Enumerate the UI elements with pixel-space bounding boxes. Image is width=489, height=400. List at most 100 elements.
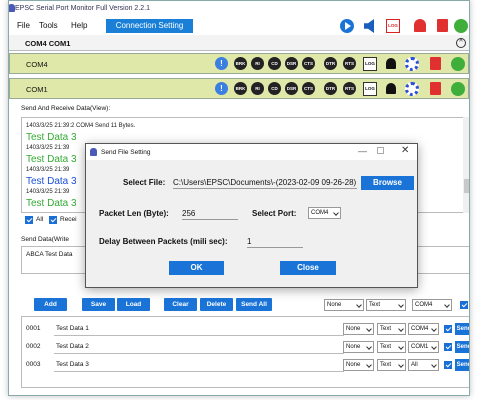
- delete-icon[interactable]: [430, 82, 441, 95]
- bell-icon[interactable]: [386, 58, 396, 69]
- select-file-label: Select File:: [123, 178, 166, 187]
- row-data-input[interactable]: Test Data 3: [54, 358, 344, 372]
- action-checkbox[interactable]: [460, 301, 468, 309]
- ok-button[interactable]: OK: [169, 261, 224, 275]
- com-row-label: COM1: [26, 85, 48, 94]
- row-format-select[interactable]: Text: [377, 341, 406, 353]
- log-line: Test Data 3: [26, 132, 77, 143]
- cd-icon[interactable]: CD: [268, 82, 281, 95]
- send-section-label: Send Data(Write: [21, 236, 69, 243]
- delete-icon[interactable]: [437, 19, 448, 32]
- row-send-button[interactable]: Send: [455, 323, 469, 335]
- com-row-com4: COM4 ! BRK RI CD DSR CTS DTR RTS LOG: [9, 53, 469, 74]
- ri-icon[interactable]: RI: [251, 82, 264, 95]
- row-port-select[interactable]: COM4: [408, 323, 439, 335]
- row-mode-select[interactable]: None: [343, 323, 374, 335]
- row-data-input[interactable]: Test Data 1: [54, 322, 344, 336]
- row-send-button[interactable]: Send: [455, 359, 469, 371]
- load-button[interactable]: Load: [117, 298, 150, 311]
- add-button[interactable]: Add: [34, 298, 67, 311]
- window-title: EPSC Serial Port Monitor Full Version 2.…: [15, 5, 151, 12]
- dsr-icon[interactable]: DSR: [285, 82, 298, 95]
- format-select[interactable]: Text: [366, 299, 406, 311]
- title-bar: EPSC Serial Port Monitor Full Version 2.…: [9, 1, 469, 17]
- send-all-button[interactable]: Send All: [236, 298, 272, 311]
- row-checkbox[interactable]: [444, 343, 452, 351]
- info-icon[interactable]: !: [215, 82, 228, 95]
- alarm-icon[interactable]: [414, 19, 426, 32]
- dtr-icon[interactable]: DTR: [324, 57, 337, 70]
- rts-icon[interactable]: RTS: [343, 57, 356, 70]
- row-mode-select[interactable]: None: [343, 359, 374, 371]
- mode-select[interactable]: None: [324, 299, 364, 311]
- info-icon[interactable]: !: [215, 57, 228, 70]
- menu-connection-setting[interactable]: Connection Setting: [106, 19, 193, 33]
- delete-button[interactable]: Delete: [200, 298, 233, 311]
- close-button[interactable]: Close: [280, 261, 336, 275]
- ri-icon[interactable]: RI: [251, 57, 264, 70]
- scrollbar-thumb[interactable]: [464, 179, 469, 193]
- file-path-input[interactable]: C:\Users\EPSC\Documents\-(2023-02-09 09-…: [173, 178, 357, 189]
- collapse-icon[interactable]: ^: [456, 38, 466, 48]
- row-format-select[interactable]: Text: [377, 323, 406, 335]
- gear-icon[interactable]: [405, 82, 419, 96]
- save-button[interactable]: Save: [82, 298, 115, 311]
- menu-help[interactable]: Help: [71, 21, 87, 30]
- row-port-select[interactable]: All: [408, 359, 439, 371]
- brk-icon[interactable]: BRK: [234, 57, 247, 70]
- cts-icon[interactable]: CTS: [302, 82, 315, 95]
- port-select[interactable]: COM4: [412, 299, 452, 311]
- packet-len-input[interactable]: 256: [182, 209, 238, 220]
- clear-button[interactable]: Clear: [164, 298, 197, 311]
- dsr-icon[interactable]: DSR: [285, 57, 298, 70]
- brk-icon[interactable]: BRK: [234, 82, 247, 95]
- menu-tools[interactable]: Tools: [39, 21, 58, 30]
- dialog-port-select[interactable]: COM4: [308, 207, 341, 219]
- delay-input[interactable]: 1: [247, 237, 303, 248]
- row-number: 0003: [26, 361, 41, 368]
- menu-file[interactable]: File: [17, 21, 30, 30]
- connect-icon[interactable]: [451, 57, 465, 71]
- row-checkbox[interactable]: [444, 325, 452, 333]
- log-line: 1403/3/25 21:39: [26, 189, 70, 195]
- log-line: Test Data 3: [26, 176, 77, 187]
- dtr-icon[interactable]: DTR: [324, 82, 337, 95]
- send-data-text: ABCA Test Data: [26, 251, 73, 258]
- all-checkbox[interactable]: [25, 216, 33, 224]
- gear-icon[interactable]: [405, 57, 419, 71]
- minimize-icon[interactable]: —: [358, 146, 367, 156]
- connect-icon[interactable]: [451, 82, 465, 96]
- send-file-dialog: Send File Setting — ✕ Select File: C:\Us…: [85, 143, 418, 288]
- row-format-select[interactable]: Text: [377, 359, 406, 371]
- all-label: All: [36, 216, 44, 223]
- rts-icon[interactable]: RTS: [343, 82, 356, 95]
- row-mode-select[interactable]: None: [343, 341, 374, 353]
- log-line: Test Data 3: [26, 154, 77, 165]
- log-line: 1403/3/25 21:39: [26, 145, 70, 151]
- log-icon[interactable]: LOG: [386, 19, 400, 33]
- dialog-title: Send File Setting: [101, 149, 151, 156]
- log-icon-label: LOG: [388, 23, 398, 28]
- connect-icon[interactable]: [454, 19, 468, 33]
- close-icon[interactable]: ✕: [401, 145, 409, 156]
- row-data-input[interactable]: Test Data 2: [54, 340, 344, 354]
- cd-icon[interactable]: CD: [268, 57, 281, 70]
- browse-button[interactable]: Browse: [361, 176, 414, 190]
- play-icon[interactable]: [340, 19, 354, 33]
- log-scrollbar[interactable]: [463, 117, 469, 213]
- log-line: 1403/3/25 21:39:2 COM4 Send 11 Bytes.: [26, 123, 136, 129]
- row-port-select[interactable]: COM1: [408, 341, 439, 353]
- log-line: Test Data 3: [26, 198, 77, 209]
- row-number: 0001: [26, 325, 41, 332]
- main-window: EPSC Serial Port Monitor Full Version 2.…: [8, 0, 470, 396]
- log-icon[interactable]: LOG: [363, 57, 377, 71]
- row-checkbox[interactable]: [444, 361, 452, 369]
- row-send-button[interactable]: Send: [455, 341, 469, 353]
- log-icon[interactable]: LOG: [363, 82, 377, 96]
- cts-icon[interactable]: CTS: [302, 57, 315, 70]
- bell-icon[interactable]: [386, 83, 396, 94]
- receive-checkbox[interactable]: [49, 216, 57, 224]
- delete-icon[interactable]: [430, 57, 441, 70]
- send-list: 0001 Test Data 1 None Text COM4 Send 000…: [21, 316, 469, 388]
- maximize-icon[interactable]: [377, 147, 384, 154]
